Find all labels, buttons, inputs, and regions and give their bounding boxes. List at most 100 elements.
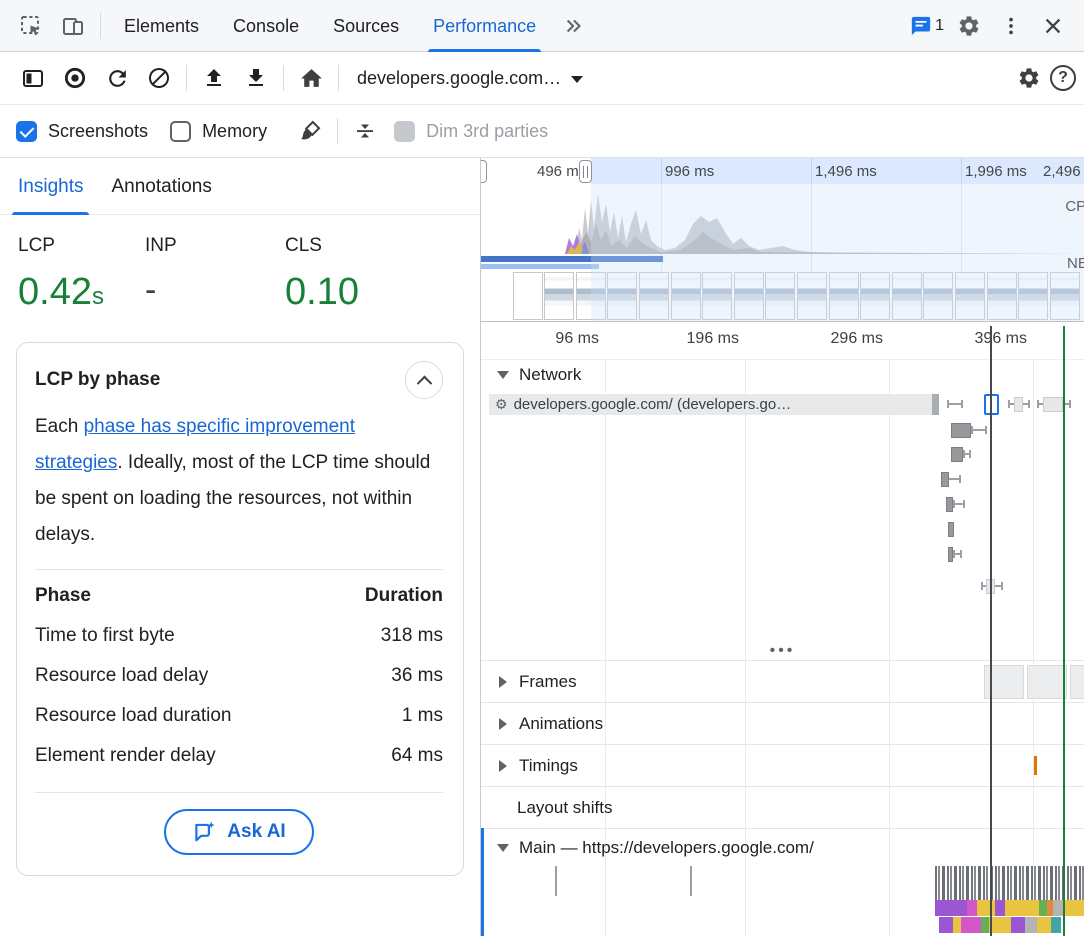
flame-segment[interactable] <box>1005 900 1039 916</box>
kebab-menu-button[interactable] <box>990 7 1032 45</box>
network-bar[interactable] <box>951 447 963 462</box>
flame-segment[interactable] <box>961 917 981 933</box>
triangle-down-icon <box>497 844 509 852</box>
tab-sources[interactable]: Sources <box>316 0 416 52</box>
messages-button[interactable]: 1 <box>906 7 948 45</box>
capture-settings-button[interactable] <box>1008 59 1050 97</box>
flame-segment[interactable] <box>1011 917 1025 933</box>
more-tabs-button[interactable] <box>553 7 595 45</box>
screenshots-label[interactable]: Screenshots <box>48 121 148 142</box>
screenshots-checkbox[interactable] <box>16 121 37 142</box>
core-web-vitals: LCP 0.42s INP - CLS 0.10 <box>0 215 480 320</box>
home-button[interactable] <box>290 59 332 97</box>
ask-ai-button[interactable]: Ask AI <box>164 809 313 855</box>
timeline-overview[interactable]: 496 ms 996 ms 1,496 ms 1,996 ms 2,496 ms… <box>481 158 1084 322</box>
timeline-tracks: Network developers.google.com/ (develope… <box>481 360 1084 936</box>
task-tick[interactable] <box>555 866 557 896</box>
metric-unit: s <box>92 283 104 310</box>
flame-segment[interactable] <box>995 900 1005 916</box>
network-bar[interactable] <box>946 497 953 512</box>
track-timings[interactable]: Timings <box>481 744 1084 786</box>
track-main-header[interactable]: Main — https://developers.google.com/ <box>481 828 1084 866</box>
device-toolbar-button[interactable] <box>52 7 94 45</box>
flame-segment[interactable] <box>1025 917 1037 933</box>
gear-icon <box>1017 66 1041 90</box>
network-whisker[interactable] <box>953 503 965 505</box>
triangle-down-icon <box>497 371 509 379</box>
overview-dim-region <box>591 184 1084 321</box>
devtools-window: Elements Console Sources Performance 1 <box>0 0 1084 936</box>
frame-thumbnail[interactable] <box>1027 665 1067 699</box>
download-icon <box>244 66 268 90</box>
home-icon <box>299 66 324 91</box>
network-request-chip[interactable]: developers.google.com/ (developers.go… <box>489 394 939 415</box>
help-button[interactable]: ? <box>1050 65 1076 91</box>
flame-segment[interactable] <box>1051 917 1061 933</box>
collect-garbage-button[interactable] <box>289 112 331 150</box>
flame-segment[interactable] <box>953 917 961 933</box>
toggle-sidebar-button[interactable] <box>12 59 54 97</box>
network-whisker[interactable] <box>963 453 971 455</box>
timing-marker[interactable] <box>1034 756 1037 775</box>
network-request-row <box>481 519 1084 541</box>
network-overview-bar-light <box>481 264 599 269</box>
filmstrip-thumbnail[interactable] <box>481 272 511 320</box>
collapse-card-button[interactable] <box>405 361 443 399</box>
dim-3rd-parties-checkbox[interactable] <box>394 121 415 142</box>
record-button[interactable] <box>54 59 96 97</box>
reload-and-record-button[interactable] <box>96 59 138 97</box>
col-phase: Phase <box>35 585 91 607</box>
flame-segment[interactable] <box>981 917 989 933</box>
track-animations[interactable]: Animations <box>481 702 1084 744</box>
network-bar[interactable] <box>951 423 971 438</box>
clear-recording-button[interactable] <box>138 59 180 97</box>
network-whisker[interactable] <box>947 403 963 405</box>
memory-label[interactable]: Memory <box>202 121 267 142</box>
phase-duration: 36 ms <box>391 665 443 687</box>
tab-insights[interactable]: Insights <box>4 158 97 215</box>
selection-left-handle[interactable] <box>481 160 487 183</box>
inspect-element-button[interactable] <box>10 7 52 45</box>
network-bar[interactable] <box>1014 397 1023 412</box>
download-profile-button[interactable] <box>235 59 277 97</box>
flame-segment[interactable] <box>1039 900 1047 916</box>
flame-segment[interactable] <box>1037 917 1051 933</box>
track-layout-shifts[interactable]: Layout shifts <box>481 786 1084 828</box>
flame-segment[interactable] <box>939 917 953 933</box>
network-resize-handle[interactable] <box>770 646 796 656</box>
selected-request-box[interactable] <box>984 394 999 415</box>
phase-name: Time to first byte <box>35 625 175 647</box>
upload-profile-button[interactable] <box>193 59 235 97</box>
block-icon <box>147 66 171 90</box>
filmstrip-thumbnail[interactable] <box>513 272 543 320</box>
tab-performance[interactable]: Performance <box>416 0 553 52</box>
close-devtools-button[interactable] <box>1032 7 1074 45</box>
tab-elements[interactable]: Elements <box>107 0 216 52</box>
network-bar[interactable] <box>941 472 949 487</box>
tab-console[interactable]: Console <box>216 0 316 52</box>
network-whisker[interactable] <box>971 429 987 431</box>
frame-thumbnail[interactable] <box>1070 665 1084 699</box>
task-tick[interactable] <box>690 866 692 896</box>
track-network-header[interactable]: Network <box>481 360 1084 390</box>
network-whisker[interactable] <box>953 553 962 555</box>
main-activity-barcode[interactable] <box>935 866 1084 900</box>
target-dropdown[interactable]: developers.google.com… <box>345 58 595 98</box>
settings-button[interactable] <box>948 7 990 45</box>
selection-right-handle[interactable] <box>579 160 592 183</box>
network-bar[interactable] <box>1043 397 1063 412</box>
network-bar[interactable] <box>948 522 954 537</box>
flame-segment[interactable] <box>977 900 995 916</box>
flame-segment[interactable] <box>989 917 1011 933</box>
flame-segment[interactable] <box>1065 900 1084 916</box>
track-label: Network <box>519 365 581 385</box>
record-icon <box>62 65 88 91</box>
tab-annotations[interactable]: Annotations <box>97 158 225 215</box>
compress-icon-button[interactable] <box>344 112 386 150</box>
track-frames[interactable]: Frames <box>481 660 1084 702</box>
memory-checkbox[interactable] <box>170 121 191 142</box>
filmstrip-thumbnail[interactable] <box>544 272 574 320</box>
flame-segment[interactable] <box>967 900 977 916</box>
flame-segment[interactable] <box>935 900 967 916</box>
network-request-row: developers.google.com/ (developers.go… <box>481 394 1084 416</box>
